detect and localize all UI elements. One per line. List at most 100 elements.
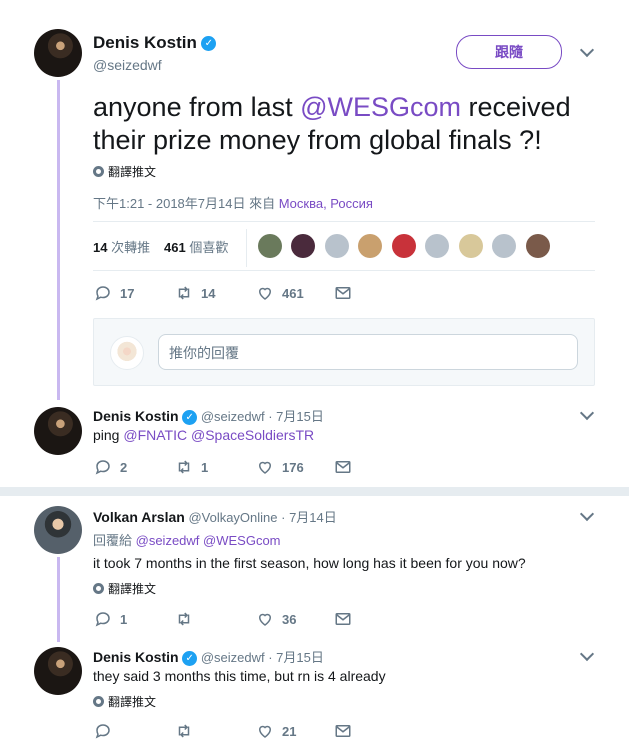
- liker-avatar[interactable]: [358, 234, 383, 258]
- likes-label: 個喜歡: [189, 240, 229, 255]
- reply-header: Denis Kostin ✓ @seizedwf · 7月15日: [93, 406, 324, 426]
- reply-text: it took 7 months in the first season, ho…: [93, 555, 526, 571]
- envelope-icon: [335, 613, 351, 625]
- timestamp: 下午1:21 - 2018年7月14日 來自 Москва, Россия: [93, 193, 373, 212]
- globe-icon: [93, 583, 104, 594]
- reply-button[interactable]: 2: [94, 458, 127, 476]
- like-count: 21: [282, 723, 297, 739]
- reply-date[interactable]: · 7月14日: [281, 510, 337, 525]
- avatar[interactable]: [34, 506, 82, 554]
- retweet-count: 14: [201, 285, 216, 301]
- liker-avatar[interactable]: [324, 234, 349, 258]
- reply-text: ping @FNATIC @SpaceSoldiersTR: [93, 427, 314, 443]
- like-button[interactable]: 36: [256, 610, 296, 628]
- chevron-down-icon[interactable]: [579, 646, 595, 662]
- liker-avatar[interactable]: [525, 234, 550, 258]
- like-count: 36: [282, 611, 297, 627]
- retweets-count: 14: [93, 240, 108, 255]
- reply-button[interactable]: 1: [94, 610, 127, 628]
- dm-button[interactable]: [334, 722, 352, 740]
- reply-text-part: ping: [93, 427, 124, 443]
- verified-badge-icon: ✓: [182, 410, 198, 426]
- liker-avatar[interactable]: [492, 234, 517, 258]
- heart-icon: [258, 461, 272, 474]
- location-link[interactable]: Москва, Россия: [279, 196, 373, 211]
- author-handle[interactable]: @seizedwf: [201, 409, 265, 424]
- follow-button[interactable]: 跟隨: [456, 35, 562, 69]
- author-name[interactable]: Denis Kostin: [93, 408, 179, 424]
- translate-link[interactable]: 翻譯推文: [93, 580, 156, 597]
- tweet-text: anyone from last @WESGcom received their…: [93, 91, 593, 157]
- author-handle[interactable]: @VolkayOnline: [188, 510, 277, 525]
- chevron-down-icon[interactable]: [579, 42, 595, 58]
- retweet-icon: [178, 612, 190, 626]
- avatar[interactable]: [34, 647, 82, 695]
- liker-avatars[interactable]: [258, 234, 555, 263]
- retweet-button[interactable]: 14: [175, 284, 215, 302]
- mention-link[interactable]: @seizedwf: [136, 533, 200, 548]
- author-name[interactable]: Denis Kostin: [93, 649, 179, 665]
- avatar[interactable]: [34, 29, 82, 77]
- reply-icon: [95, 286, 110, 301]
- chevron-down-icon[interactable]: [579, 506, 595, 522]
- translate-link[interactable]: 翻譯推文: [93, 163, 156, 180]
- author-handle[interactable]: @seizedwf: [201, 650, 265, 665]
- liker-avatar[interactable]: [425, 234, 450, 258]
- retweets-label: 次轉推: [111, 240, 151, 255]
- avatar[interactable]: [34, 407, 82, 455]
- mention-link[interactable]: @FNATIC: [123, 427, 187, 443]
- author-handle[interactable]: @seizedwf: [93, 57, 162, 73]
- verified-badge-icon: ✓: [182, 651, 198, 667]
- mention-link[interactable]: @WESGcom: [300, 92, 461, 122]
- heart-icon: [258, 725, 272, 738]
- dm-button[interactable]: [334, 458, 352, 476]
- replying-to: 回覆給 @seizedwf @WESGcom: [93, 530, 281, 549]
- like-count: 176: [282, 459, 304, 475]
- follow-label: 跟隨: [495, 44, 523, 60]
- liker-avatar[interactable]: [258, 234, 282, 258]
- divider: [93, 270, 595, 271]
- reply-header: Volkan Arslan @VolkayOnline · 7月14日: [93, 507, 337, 526]
- like-count: 461: [282, 285, 304, 301]
- dm-button[interactable]: [334, 610, 352, 628]
- globe-icon: [93, 166, 104, 177]
- author-name[interactable]: Denis Kostin: [93, 33, 197, 52]
- mention-link[interactable]: @WESGcom: [203, 533, 280, 548]
- stats-retweets[interactable]: 14 次轉推: [93, 237, 150, 256]
- author-name[interactable]: Volkan Arslan: [93, 509, 185, 525]
- reply-button[interactable]: 17: [94, 284, 134, 302]
- dm-button[interactable]: [334, 284, 352, 302]
- reply-date[interactable]: · 7月15日: [268, 650, 324, 665]
- liker-avatar[interactable]: [458, 234, 483, 258]
- reply-text: they said 3 months this time, but rn is …: [93, 668, 386, 684]
- like-button[interactable]: 461: [256, 284, 304, 302]
- stats-likes[interactable]: 461 個喜歡: [164, 237, 228, 256]
- reply-composer: 推你的回覆: [93, 318, 595, 386]
- liker-avatar[interactable]: [391, 234, 416, 258]
- liker-avatar[interactable]: [291, 234, 316, 258]
- envelope-icon: [335, 461, 351, 473]
- author-block[interactable]: Denis Kostin ✓: [93, 33, 217, 53]
- divider: [93, 221, 595, 222]
- retweet-button[interactable]: [175, 722, 201, 740]
- like-button[interactable]: 176: [256, 458, 304, 476]
- timestamp-text[interactable]: 下午1:21 - 2018年7月14日 來自: [93, 196, 279, 211]
- retweet-button[interactable]: 1: [175, 458, 208, 476]
- reply-icon: [95, 460, 110, 475]
- verified-badge-icon: ✓: [201, 36, 217, 52]
- reply-icon: [95, 612, 110, 627]
- like-button[interactable]: 21: [256, 722, 296, 740]
- reply-button[interactable]: [94, 722, 120, 740]
- thread-line: [57, 80, 60, 400]
- reply-input[interactable]: 推你的回覆: [158, 334, 578, 370]
- reply-placeholder: 推你的回覆: [169, 345, 239, 361]
- tweet-text-part: anyone from last: [93, 92, 301, 122]
- reply-count: 17: [120, 285, 135, 301]
- reply-date[interactable]: · 7月15日: [268, 409, 324, 424]
- retweet-button[interactable]: [175, 610, 201, 628]
- reply-header: Denis Kostin ✓ @seizedwf · 7月15日: [93, 647, 324, 667]
- mention-link[interactable]: @SpaceSoldiersTR: [191, 427, 314, 443]
- replying-to-label: 回覆給: [93, 533, 136, 548]
- translate-link[interactable]: 翻譯推文: [93, 693, 156, 710]
- chevron-down-icon[interactable]: [579, 405, 595, 421]
